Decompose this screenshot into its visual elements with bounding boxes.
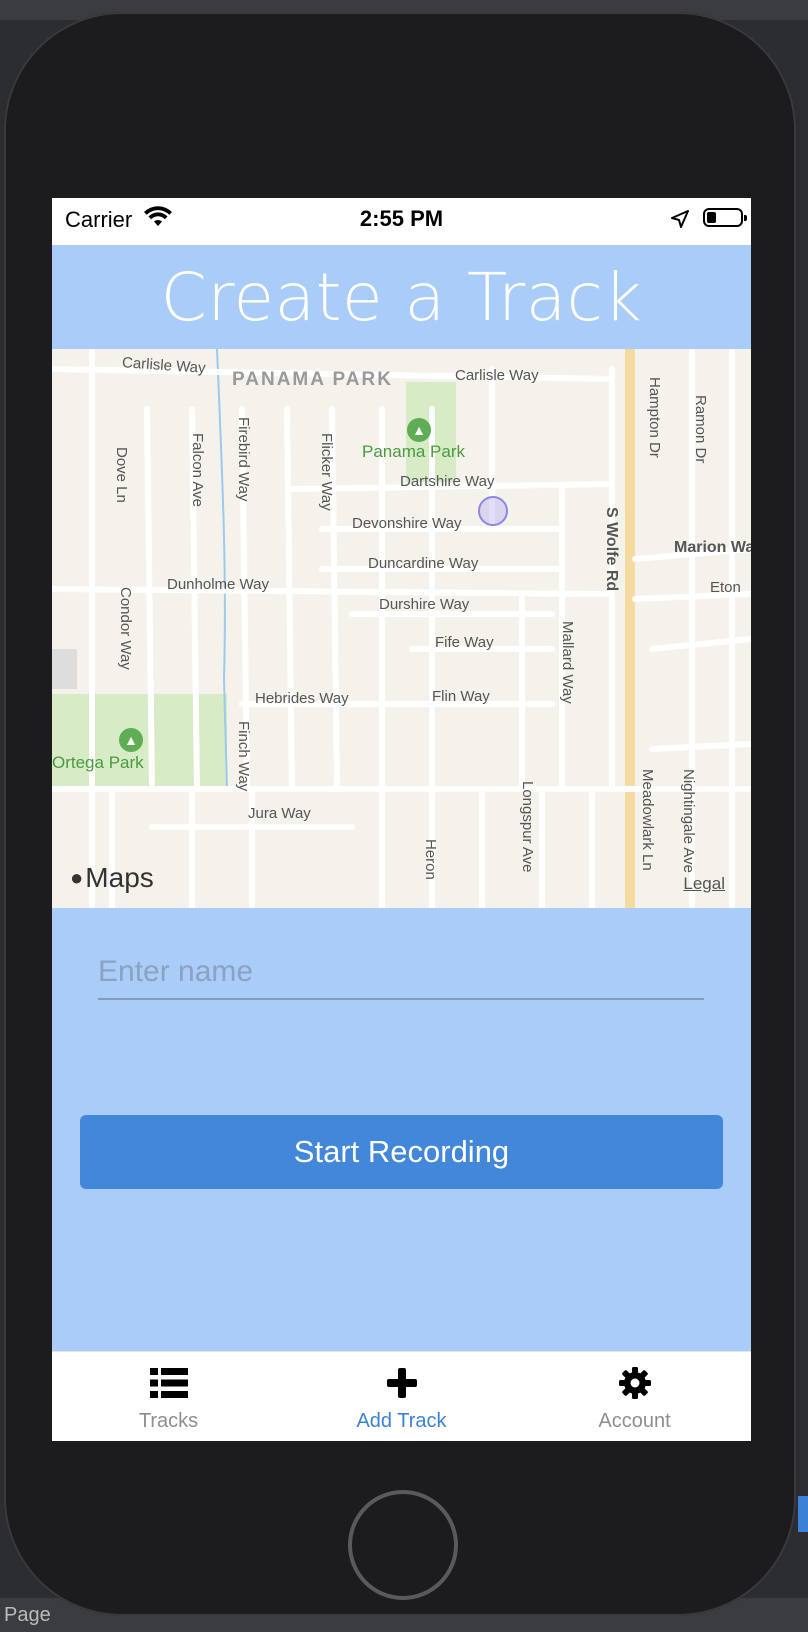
map-street-label: Jura Way — [248, 805, 311, 822]
battery-icon — [703, 208, 747, 227]
maps-logo-label: Maps — [85, 862, 154, 893]
status-bar: Carrier 2:55 PM — [52, 198, 751, 245]
page-title: Create a Track — [160, 258, 643, 336]
map-street-label: Eton — [710, 579, 741, 596]
maps-attribution: ● Maps — [70, 862, 154, 894]
map-park-label: Panama Park — [362, 442, 465, 461]
tree-icon: ▲ — [119, 728, 143, 752]
map-street-label: Carlisle Way — [455, 367, 539, 384]
map-major-road-label: S Wolfe Rd — [603, 507, 620, 592]
desktop-accent — [798, 1496, 808, 1532]
map-street-label: Devonshire Way — [352, 515, 462, 532]
map-street-label: Nightingale Ave — [680, 769, 697, 873]
current-location-marker — [478, 496, 508, 526]
map-street-label: Dunholme Way — [167, 576, 269, 593]
map-view[interactable]: PANAMA PARK Carlisle Way Carlisle Way ▲ … — [52, 349, 751, 908]
track-name-input[interactable] — [98, 946, 704, 1000]
map-district-label: PANAMA PARK — [232, 369, 393, 390]
map-street-label: Condor Way — [117, 587, 134, 670]
tab-label-account: Account — [598, 1410, 671, 1432]
map-street-label: Ramon Dr — [692, 395, 709, 464]
legal-link[interactable]: Legal — [683, 874, 725, 894]
map-park-label: Ortega Park — [52, 753, 144, 772]
map-street-label: Longspur Ave — [519, 781, 536, 873]
footer-text: Page — [4, 1604, 51, 1626]
apple-logo-icon: ● — [70, 865, 84, 890]
app-screen: Carrier 2:55 PM Create a Track PANAMA PA… — [52, 198, 751, 1441]
map-street-label: Durshire Way — [379, 596, 470, 613]
list-icon — [149, 1366, 188, 1400]
tab-tracks[interactable]: Tracks — [52, 1352, 285, 1441]
tree-icon: ▲ — [407, 418, 431, 442]
map-street-label: Fife Way — [435, 634, 494, 651]
status-time: 2:55 PM — [359, 206, 444, 231]
gear-icon — [618, 1366, 651, 1400]
tab-label-add-track: Add Track — [356, 1410, 447, 1432]
map-street-label: Dove Ln — [113, 447, 130, 503]
map-street-label: Marion Wa — [674, 539, 751, 556]
map-street-label: Finch Way — [235, 721, 252, 792]
page-header: Create a Track — [52, 245, 751, 349]
map-street-label: Flin Way — [432, 688, 490, 705]
start-recording-button[interactable]: Start Recording — [80, 1115, 723, 1189]
map-street-label: Hampton Dr — [646, 377, 663, 458]
map-street-label: Hebrides Way — [255, 690, 349, 707]
map-street-label: Mallard Way — [559, 621, 576, 704]
map-street-label: Flicker Way — [318, 433, 335, 511]
home-button[interactable] — [348, 1490, 458, 1600]
location-arrow-icon — [671, 208, 689, 234]
tab-bar: Tracks Add Track Account — [52, 1351, 751, 1441]
tab-account[interactable]: Account — [518, 1352, 751, 1441]
map-street-label: Firebird Way — [235, 417, 252, 502]
map-street-label: Falcon Ave — [189, 433, 206, 507]
tab-label-tracks: Tracks — [138, 1410, 199, 1432]
map-street-label: Heron — [422, 839, 439, 880]
map-street-label: Dartshire Way — [400, 473, 495, 490]
tab-add-track[interactable]: Add Track — [285, 1352, 518, 1441]
plus-icon — [386, 1366, 417, 1400]
map-street-label: Meadowlark Ln — [639, 769, 656, 871]
map-street-label: Duncardine Way — [368, 555, 479, 572]
